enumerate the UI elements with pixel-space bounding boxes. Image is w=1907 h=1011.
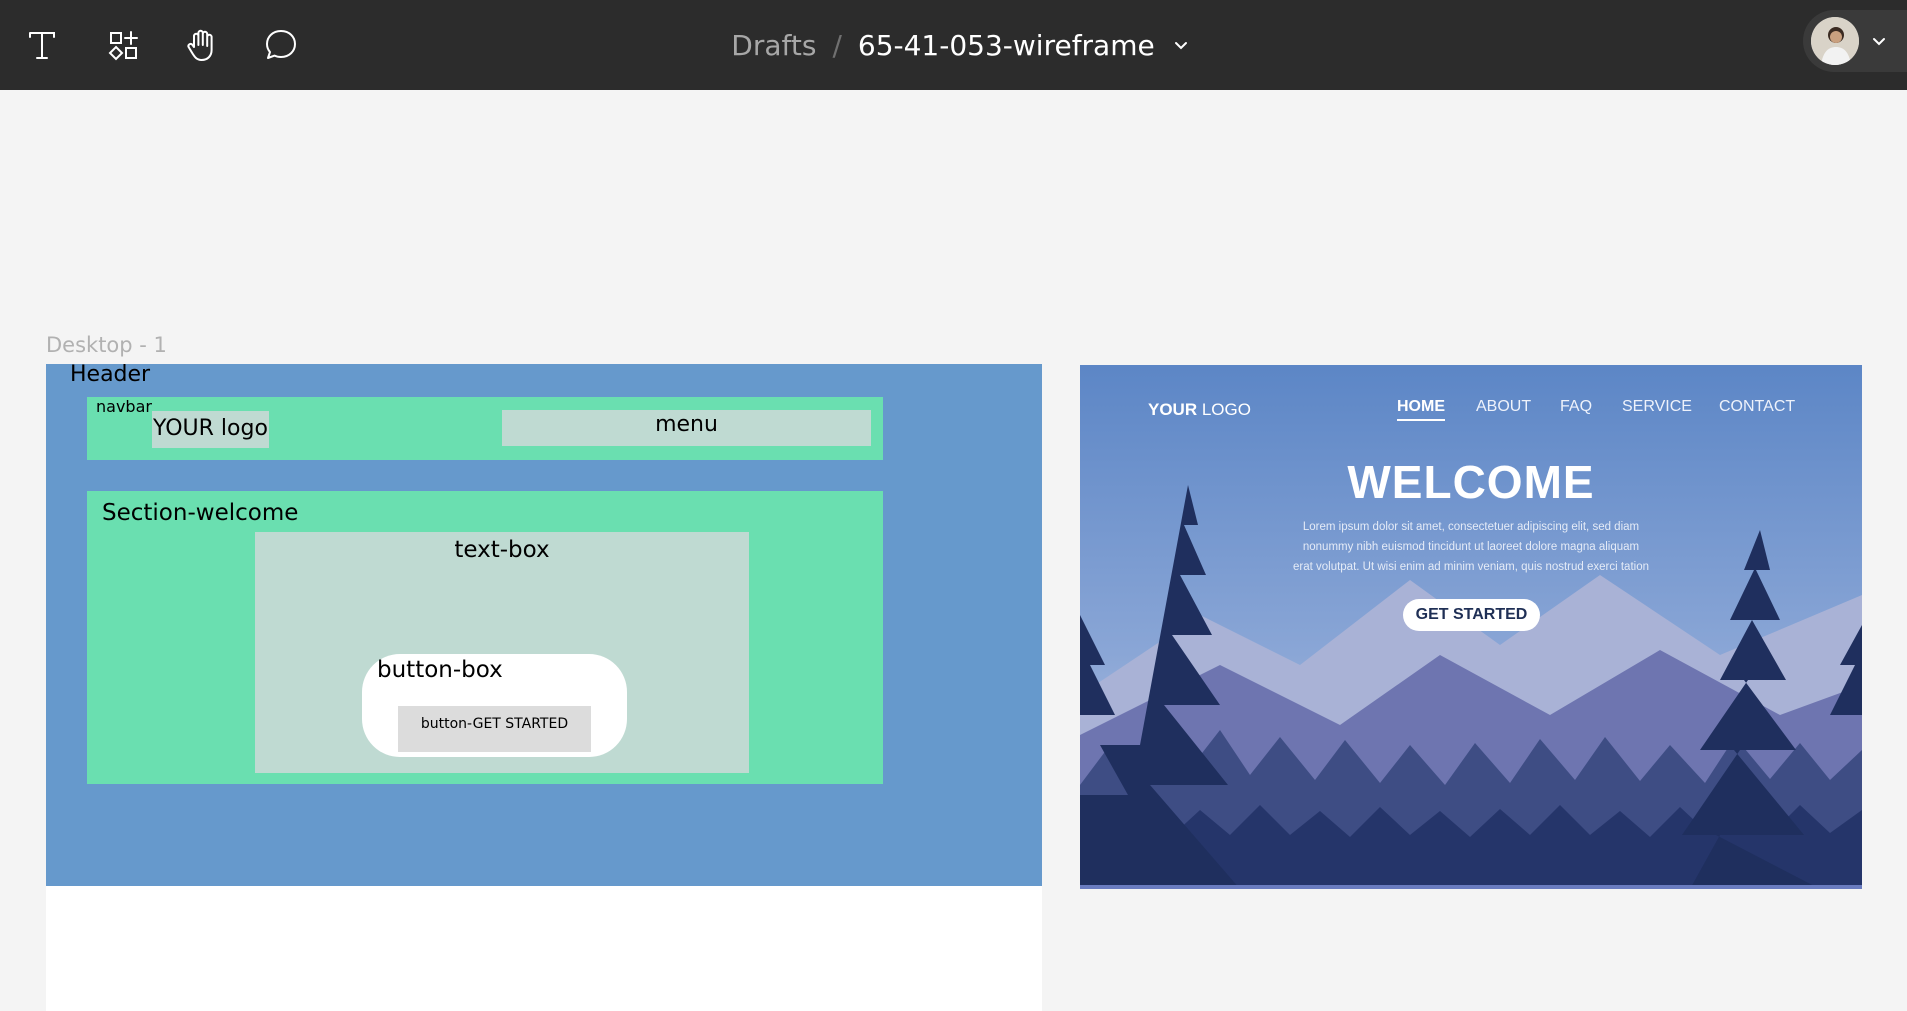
chevron-down-icon bbox=[1871, 33, 1887, 49]
menu-label: menu bbox=[655, 412, 718, 437]
top-toolbar: Drafts / 65-41-053-wireframe bbox=[0, 0, 1907, 90]
button-box-label: button-box bbox=[377, 657, 503, 683]
resources-tool-button[interactable] bbox=[95, 17, 151, 73]
reference-nav-faq[interactable]: FAQ bbox=[1560, 398, 1592, 416]
reference-get-started-button[interactable]: GET STARTED bbox=[1403, 599, 1540, 631]
reference-nav-about[interactable]: ABOUT bbox=[1476, 398, 1531, 416]
section-label: Section-welcome bbox=[102, 500, 299, 526]
logo-label: YOUR logo bbox=[153, 416, 268, 441]
wireframe-button[interactable]: button-GET STARTED bbox=[398, 706, 591, 752]
wireframe-text-box[interactable]: text-box button-box button-GET STARTED bbox=[255, 532, 749, 773]
text-box-label: text-box bbox=[454, 537, 550, 563]
breadcrumb: Drafts / 65-41-053-wireframe bbox=[700, 0, 1220, 90]
file-name[interactable]: 65-41-053-wireframe bbox=[858, 29, 1155, 62]
comment-icon bbox=[266, 30, 296, 59]
shapes-plus-icon bbox=[108, 31, 138, 61]
wireframe-section-welcome[interactable]: Section-welcome text-box button-box butt… bbox=[87, 491, 883, 784]
reference-image[interactable]: YOUR LOGO HOME ABOUT FAQ SERVICE CONTACT… bbox=[1080, 365, 1862, 889]
button-label: button-GET STARTED bbox=[420, 716, 569, 732]
reference-nav-contact[interactable]: CONTACT bbox=[1719, 398, 1795, 416]
wireframe-button-box[interactable]: button-box button-GET STARTED bbox=[362, 654, 627, 757]
navbar-label: navbar bbox=[96, 397, 152, 416]
breadcrumb-separator: / bbox=[832, 28, 842, 62]
text-icon bbox=[29, 32, 55, 59]
reference-nav-home[interactable]: HOME bbox=[1397, 398, 1445, 421]
chevron-down-icon[interactable] bbox=[1173, 37, 1189, 53]
wireframe-header[interactable]: Header navbar YOUR logo menu Section-wel… bbox=[46, 362, 1042, 886]
text-tool-button[interactable] bbox=[14, 17, 70, 73]
reference-logo: YOUR LOGO bbox=[1148, 400, 1251, 419]
wireframe-menu-box[interactable]: menu bbox=[502, 410, 871, 446]
header-label: Header bbox=[70, 362, 151, 387]
reference-heading: WELCOME bbox=[1347, 456, 1595, 508]
wireframe-logo-box[interactable]: YOUR logo bbox=[152, 411, 269, 448]
hand-icon bbox=[187, 29, 213, 61]
user-menu-button[interactable] bbox=[1803, 10, 1907, 72]
wireframe-navbar[interactable]: navbar YOUR logo menu bbox=[87, 397, 883, 460]
frame-title[interactable]: Desktop - 1 bbox=[46, 333, 167, 357]
desktop-frame[interactable]: Header navbar YOUR logo menu Section-wel… bbox=[46, 362, 1042, 1011]
avatar bbox=[1811, 17, 1859, 65]
hand-tool-button[interactable] bbox=[174, 17, 230, 73]
breadcrumb-drafts-link[interactable]: Drafts bbox=[731, 29, 816, 62]
reference-body-text: Lorem ipsum dolor sit amet, consectetuer… bbox=[1292, 521, 1649, 573]
reference-nav-service[interactable]: SERVICE bbox=[1622, 398, 1692, 416]
comment-tool-button[interactable] bbox=[253, 17, 309, 73]
